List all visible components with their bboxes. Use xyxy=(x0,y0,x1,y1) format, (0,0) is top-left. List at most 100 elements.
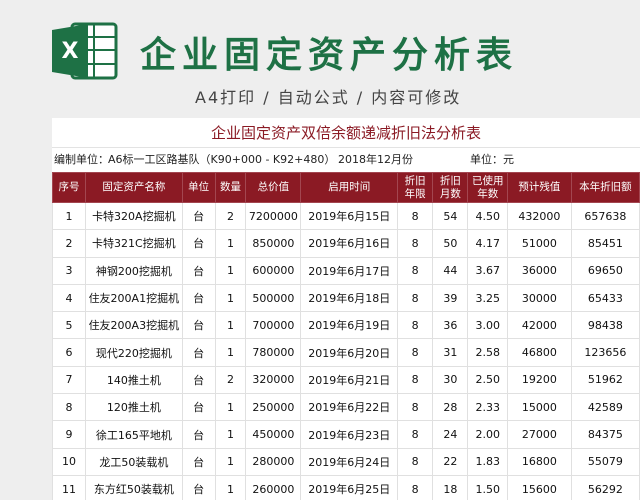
table-cell[interactable]: 2 xyxy=(52,229,86,258)
table-cell[interactable]: 1 xyxy=(214,256,247,285)
table-cell[interactable]: 8 xyxy=(397,447,434,476)
table-cell[interactable]: 2019年6月17日 xyxy=(300,256,399,285)
table-cell[interactable]: 1 xyxy=(214,447,247,476)
table-cell[interactable]: 4.17 xyxy=(467,229,508,258)
table-cell[interactable]: 8 xyxy=(397,420,434,449)
table-cell[interactable]: 2.00 xyxy=(467,420,508,449)
table-cell[interactable]: 65433 xyxy=(570,283,640,313)
table-cell[interactable]: 7200000 xyxy=(245,201,302,231)
table-cell[interactable]: 1 xyxy=(214,474,247,500)
column-header[interactable]: 本年折旧额 xyxy=(570,172,640,203)
table-cell[interactable]: 2019年6月22日 xyxy=(300,393,399,422)
table-cell[interactable]: 住友200A1挖掘机 xyxy=(84,283,183,313)
table-cell[interactable]: 140推土机 xyxy=(84,365,183,395)
table-cell[interactable]: 700000 xyxy=(245,311,302,340)
column-header[interactable]: 折旧 年限 xyxy=(397,172,434,203)
table-cell[interactable]: 123656 xyxy=(570,338,640,367)
table-cell[interactable]: 51000 xyxy=(507,229,572,258)
table-cell[interactable]: 42000 xyxy=(507,311,572,340)
column-header[interactable]: 预计残值 xyxy=(507,172,572,203)
table-cell[interactable]: 台 xyxy=(181,311,216,340)
table-cell[interactable]: 台 xyxy=(181,474,216,500)
table-cell[interactable]: 1.50 xyxy=(467,474,508,500)
table-cell[interactable]: 台 xyxy=(181,420,216,449)
table-cell[interactable]: 8 xyxy=(397,256,434,285)
table-cell[interactable]: 台 xyxy=(181,447,216,476)
table-cell[interactable]: 2019年6月15日 xyxy=(300,201,399,231)
table-cell[interactable]: 2019年6月25日 xyxy=(300,474,399,500)
table-cell[interactable]: 3.67 xyxy=(467,256,508,285)
table-cell[interactable]: 台 xyxy=(181,256,216,285)
table-cell[interactable]: 徐工165平地机 xyxy=(84,420,183,449)
table-cell[interactable]: 1 xyxy=(214,338,247,367)
table-cell[interactable]: 56292 xyxy=(570,474,640,500)
table-cell[interactable]: 10 xyxy=(52,447,86,476)
table-cell[interactable]: 84375 xyxy=(570,420,640,449)
table-cell[interactable]: 30 xyxy=(432,365,469,395)
table-cell[interactable]: 卡特320A挖掘机 xyxy=(84,201,183,231)
table-cell[interactable]: 1 xyxy=(214,311,247,340)
table-cell[interactable]: 4.50 xyxy=(467,201,508,231)
table-cell[interactable]: 2019年6月23日 xyxy=(300,420,399,449)
table-cell[interactable]: 台 xyxy=(181,338,216,367)
table-cell[interactable]: 东方红50装载机 xyxy=(84,474,183,500)
table-cell[interactable]: 320000 xyxy=(245,365,302,395)
table-cell[interactable]: 46800 xyxy=(507,338,572,367)
table-cell[interactable]: 2.58 xyxy=(467,338,508,367)
table-cell[interactable]: 120推土机 xyxy=(84,393,183,422)
table-cell[interactable]: 2019年6月21日 xyxy=(300,365,399,395)
column-header[interactable]: 固定资产名称 xyxy=(84,172,183,203)
table-cell[interactable]: 8 xyxy=(52,393,86,422)
column-header[interactable]: 总价值 xyxy=(245,172,302,203)
table-cell[interactable]: 2019年6月20日 xyxy=(300,338,399,367)
table-cell[interactable]: 850000 xyxy=(245,229,302,258)
table-cell[interactable]: 住友200A3挖掘机 xyxy=(84,311,183,340)
table-cell[interactable]: 44 xyxy=(432,256,469,285)
table-cell[interactable]: 龙工50装载机 xyxy=(84,447,183,476)
table-cell[interactable]: 2.50 xyxy=(467,365,508,395)
table-cell[interactable]: 台 xyxy=(181,229,216,258)
table-cell[interactable]: 8 xyxy=(397,311,434,340)
table-cell[interactable]: 2 xyxy=(214,201,247,231)
table-cell[interactable]: 19200 xyxy=(507,365,572,395)
table-cell[interactable]: 15600 xyxy=(507,474,572,500)
table-cell[interactable]: 台 xyxy=(181,283,216,313)
table-cell[interactable]: 39 xyxy=(432,283,469,313)
table-cell[interactable]: 11 xyxy=(52,474,86,500)
table-cell[interactable]: 8 xyxy=(397,474,434,500)
table-cell[interactable]: 280000 xyxy=(245,447,302,476)
table-cell[interactable]: 2019年6月24日 xyxy=(300,447,399,476)
table-cell[interactable]: 1 xyxy=(52,201,86,231)
table-cell[interactable]: 24 xyxy=(432,420,469,449)
table-cell[interactable]: 42589 xyxy=(570,393,640,422)
table-cell[interactable]: 7 xyxy=(52,365,86,395)
table-cell[interactable]: 8 xyxy=(397,229,434,258)
table-cell[interactable]: 30000 xyxy=(507,283,572,313)
table-cell[interactable]: 1 xyxy=(214,420,247,449)
table-cell[interactable]: 3.00 xyxy=(467,311,508,340)
table-cell[interactable]: 31 xyxy=(432,338,469,367)
table-cell[interactable]: 2019年6月16日 xyxy=(300,229,399,258)
table-cell[interactable]: 55079 xyxy=(570,447,640,476)
table-cell[interactable]: 450000 xyxy=(245,420,302,449)
column-header[interactable]: 数量 xyxy=(214,172,247,203)
table-cell[interactable]: 50 xyxy=(432,229,469,258)
table-cell[interactable]: 台 xyxy=(181,393,216,422)
table-cell[interactable]: 15000 xyxy=(507,393,572,422)
table-cell[interactable]: 500000 xyxy=(245,283,302,313)
table-cell[interactable]: 22 xyxy=(432,447,469,476)
column-header[interactable]: 单位 xyxy=(181,172,216,203)
table-cell[interactable]: 3.25 xyxy=(467,283,508,313)
table-cell[interactable]: 16800 xyxy=(507,447,572,476)
table-cell[interactable]: 69650 xyxy=(570,256,640,285)
table-cell[interactable]: 54 xyxy=(432,201,469,231)
table-cell[interactable]: 36 xyxy=(432,311,469,340)
table-cell[interactable]: 18 xyxy=(432,474,469,500)
table-cell[interactable]: 1 xyxy=(214,393,247,422)
table-cell[interactable]: 4 xyxy=(52,283,86,313)
table-cell[interactable]: 6 xyxy=(52,338,86,367)
table-cell[interactable]: 神钢200挖掘机 xyxy=(84,256,183,285)
column-header[interactable]: 已使用 年数 xyxy=(467,172,508,203)
table-cell[interactable]: 8 xyxy=(397,393,434,422)
table-cell[interactable]: 台 xyxy=(181,365,216,395)
